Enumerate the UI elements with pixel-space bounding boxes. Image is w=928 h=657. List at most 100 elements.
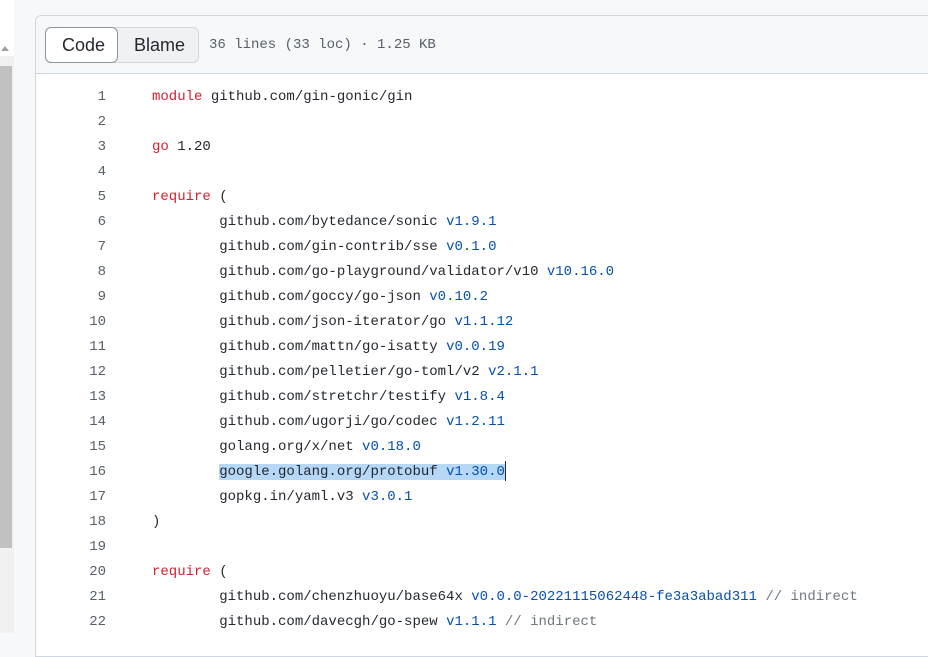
- code-line: 13 github.com/stretchr/testify v1.8.4: [36, 385, 928, 410]
- scrollbar-thumb[interactable]: [0, 66, 12, 548]
- version: v1.1.1: [446, 614, 497, 630]
- blame-tab-button[interactable]: Blame: [118, 28, 198, 62]
- keyword: module: [152, 89, 203, 105]
- line-number[interactable]: 16: [36, 460, 106, 485]
- module-path: github.com/ugorji/go/codec: [219, 414, 447, 430]
- line-number[interactable]: 3: [36, 135, 106, 160]
- module-path: gopkg.in/yaml.v3: [219, 489, 363, 505]
- code-line: 9 github.com/goccy/go-json v0.10.2: [36, 285, 928, 310]
- line-number[interactable]: 1: [36, 85, 106, 110]
- module-path: google.golang.org/protobuf: [219, 464, 447, 480]
- line-number[interactable]: 22: [36, 610, 106, 635]
- file-view: Code Blame 36 lines (33 loc) · 1.25 KB 1…: [35, 15, 928, 657]
- line-content: go 1.20: [152, 135, 211, 160]
- selected-text: google.golang.org/protobuf v1.30.0: [219, 464, 505, 480]
- line-number[interactable]: 8: [36, 260, 106, 285]
- line-content: github.com/goccy/go-json v0.10.2: [152, 285, 488, 310]
- line-content: github.com/ugorji/go/codec v1.2.11: [152, 410, 505, 435]
- line-number[interactable]: 4: [36, 160, 106, 185]
- code-tab-button[interactable]: Code: [45, 27, 118, 63]
- line-content: require (: [152, 185, 228, 210]
- line-number[interactable]: 10: [36, 310, 106, 335]
- line-content: github.com/go-playground/validator/v10 v…: [152, 260, 614, 285]
- page-scrollbar[interactable]: [0, 0, 14, 633]
- line-number[interactable]: 17: [36, 485, 106, 510]
- module-path: github.com/chenzhuoyu/base64x: [219, 589, 472, 605]
- version: v1.8.4: [454, 389, 505, 405]
- line-content: github.com/pelletier/go-toml/v2 v2.1.1: [152, 360, 538, 385]
- module-path: github.com/pelletier/go-toml/v2: [219, 364, 489, 380]
- code-line: 20 require (: [36, 560, 928, 585]
- code-line: 11 github.com/mattn/go-isatty v0.0.19: [36, 335, 928, 360]
- line-number[interactable]: 13: [36, 385, 106, 410]
- line-number[interactable]: 21: [36, 585, 106, 610]
- code-line: 12 github.com/pelletier/go-toml/v2 v2.1.…: [36, 360, 928, 385]
- module-path: ): [152, 514, 161, 530]
- code-line: 1 module github.com/gin-gonic/gin: [36, 85, 928, 110]
- code-line: 2: [36, 110, 928, 135]
- version: v1.2.11: [446, 414, 505, 430]
- line-content: github.com/json-iterator/go v1.1.12: [152, 310, 513, 335]
- code-line: 14 github.com/ugorji/go/codec v1.2.11: [36, 410, 928, 435]
- keyword: go: [152, 139, 169, 155]
- version: v0.0.19: [446, 339, 505, 355]
- module-path: github.com/bytedance/sonic: [219, 214, 447, 230]
- line-number[interactable]: 11: [36, 335, 106, 360]
- comment: // indirect: [756, 589, 858, 605]
- file-header: Code Blame 36 lines (33 loc) · 1.25 KB: [36, 16, 928, 74]
- line-number[interactable]: 14: [36, 410, 106, 435]
- code-line: 21 github.com/chenzhuoyu/base64x v0.0.0-…: [36, 585, 928, 610]
- module-path: golang.org/x/net: [219, 439, 363, 455]
- line-content: module github.com/gin-gonic/gin: [152, 85, 412, 110]
- line-content: ): [152, 510, 160, 535]
- line-number[interactable]: 9: [36, 285, 106, 310]
- module-path: 1.20: [168, 139, 211, 155]
- line-number[interactable]: 2: [36, 110, 106, 135]
- line-number[interactable]: 20: [36, 560, 106, 585]
- keyword: require: [152, 189, 211, 205]
- module-path: github.com/gin-contrib/sse: [219, 239, 447, 255]
- code-line: 3 go 1.20: [36, 135, 928, 160]
- view-mode-toggle: Code Blame: [45, 27, 199, 63]
- version: v1.30.0: [446, 464, 505, 480]
- line-content: golang.org/x/net v0.18.0: [152, 435, 421, 460]
- line-content: require (: [152, 560, 228, 585]
- comment: // indirect: [496, 614, 598, 630]
- version: v1.1.12: [454, 314, 514, 330]
- version: v10.16.0: [546, 264, 615, 280]
- version: v0.18.0: [362, 439, 421, 455]
- scroll-up-arrow-icon[interactable]: [1, 46, 9, 51]
- line-number[interactable]: 5: [36, 185, 106, 210]
- module-path: (: [210, 564, 228, 580]
- text-cursor: [504, 461, 506, 482]
- version: v0.1.0: [446, 239, 497, 255]
- module-path: github.com/mattn/go-isatty: [219, 339, 447, 355]
- code-line: 8 github.com/go-playground/validator/v10…: [36, 260, 928, 285]
- line-number[interactable]: 19: [36, 535, 106, 560]
- code-line: 17 gopkg.in/yaml.v3 v3.0.1: [36, 485, 928, 510]
- line-number[interactable]: 15: [36, 435, 106, 460]
- line-content: github.com/gin-contrib/sse v0.1.0: [152, 235, 496, 260]
- line-content: github.com/davecgh/go-spew v1.1.1 // ind…: [152, 610, 597, 635]
- line-content: gopkg.in/yaml.v3 v3.0.1: [152, 485, 412, 510]
- line-content: google.golang.org/protobuf v1.30.0: [152, 460, 506, 485]
- module-path: github.com/gin-gonic/gin: [202, 89, 413, 105]
- version: v0.10.2: [429, 289, 489, 305]
- line-number[interactable]: 12: [36, 360, 106, 385]
- line-content: github.com/mattn/go-isatty v0.0.19: [152, 335, 505, 360]
- code-line: 16 google.golang.org/protobuf v1.30.0: [36, 460, 928, 485]
- version: v2.1.1: [488, 364, 539, 380]
- version: v0.0.0-20221115062448-fe3a3abad311: [471, 589, 757, 605]
- module-path: github.com/davecgh/go-spew: [219, 614, 447, 630]
- code-line: 10 github.com/json-iterator/go v1.1.12: [36, 310, 928, 335]
- module-path: github.com/stretchr/testify: [219, 389, 455, 405]
- code-line: 22 github.com/davecgh/go-spew v1.1.1 // …: [36, 610, 928, 635]
- line-number[interactable]: 6: [36, 210, 106, 235]
- code-line: 7 github.com/gin-contrib/sse v0.1.0: [36, 235, 928, 260]
- line-number[interactable]: 7: [36, 235, 106, 260]
- version: v3.0.1: [362, 489, 413, 505]
- code-line: 6 github.com/bytedance/sonic v1.9.1: [36, 210, 928, 235]
- code-line: 5 require (: [36, 185, 928, 210]
- line-content: github.com/stretchr/testify v1.8.4: [152, 385, 505, 410]
- line-number[interactable]: 18: [36, 510, 106, 535]
